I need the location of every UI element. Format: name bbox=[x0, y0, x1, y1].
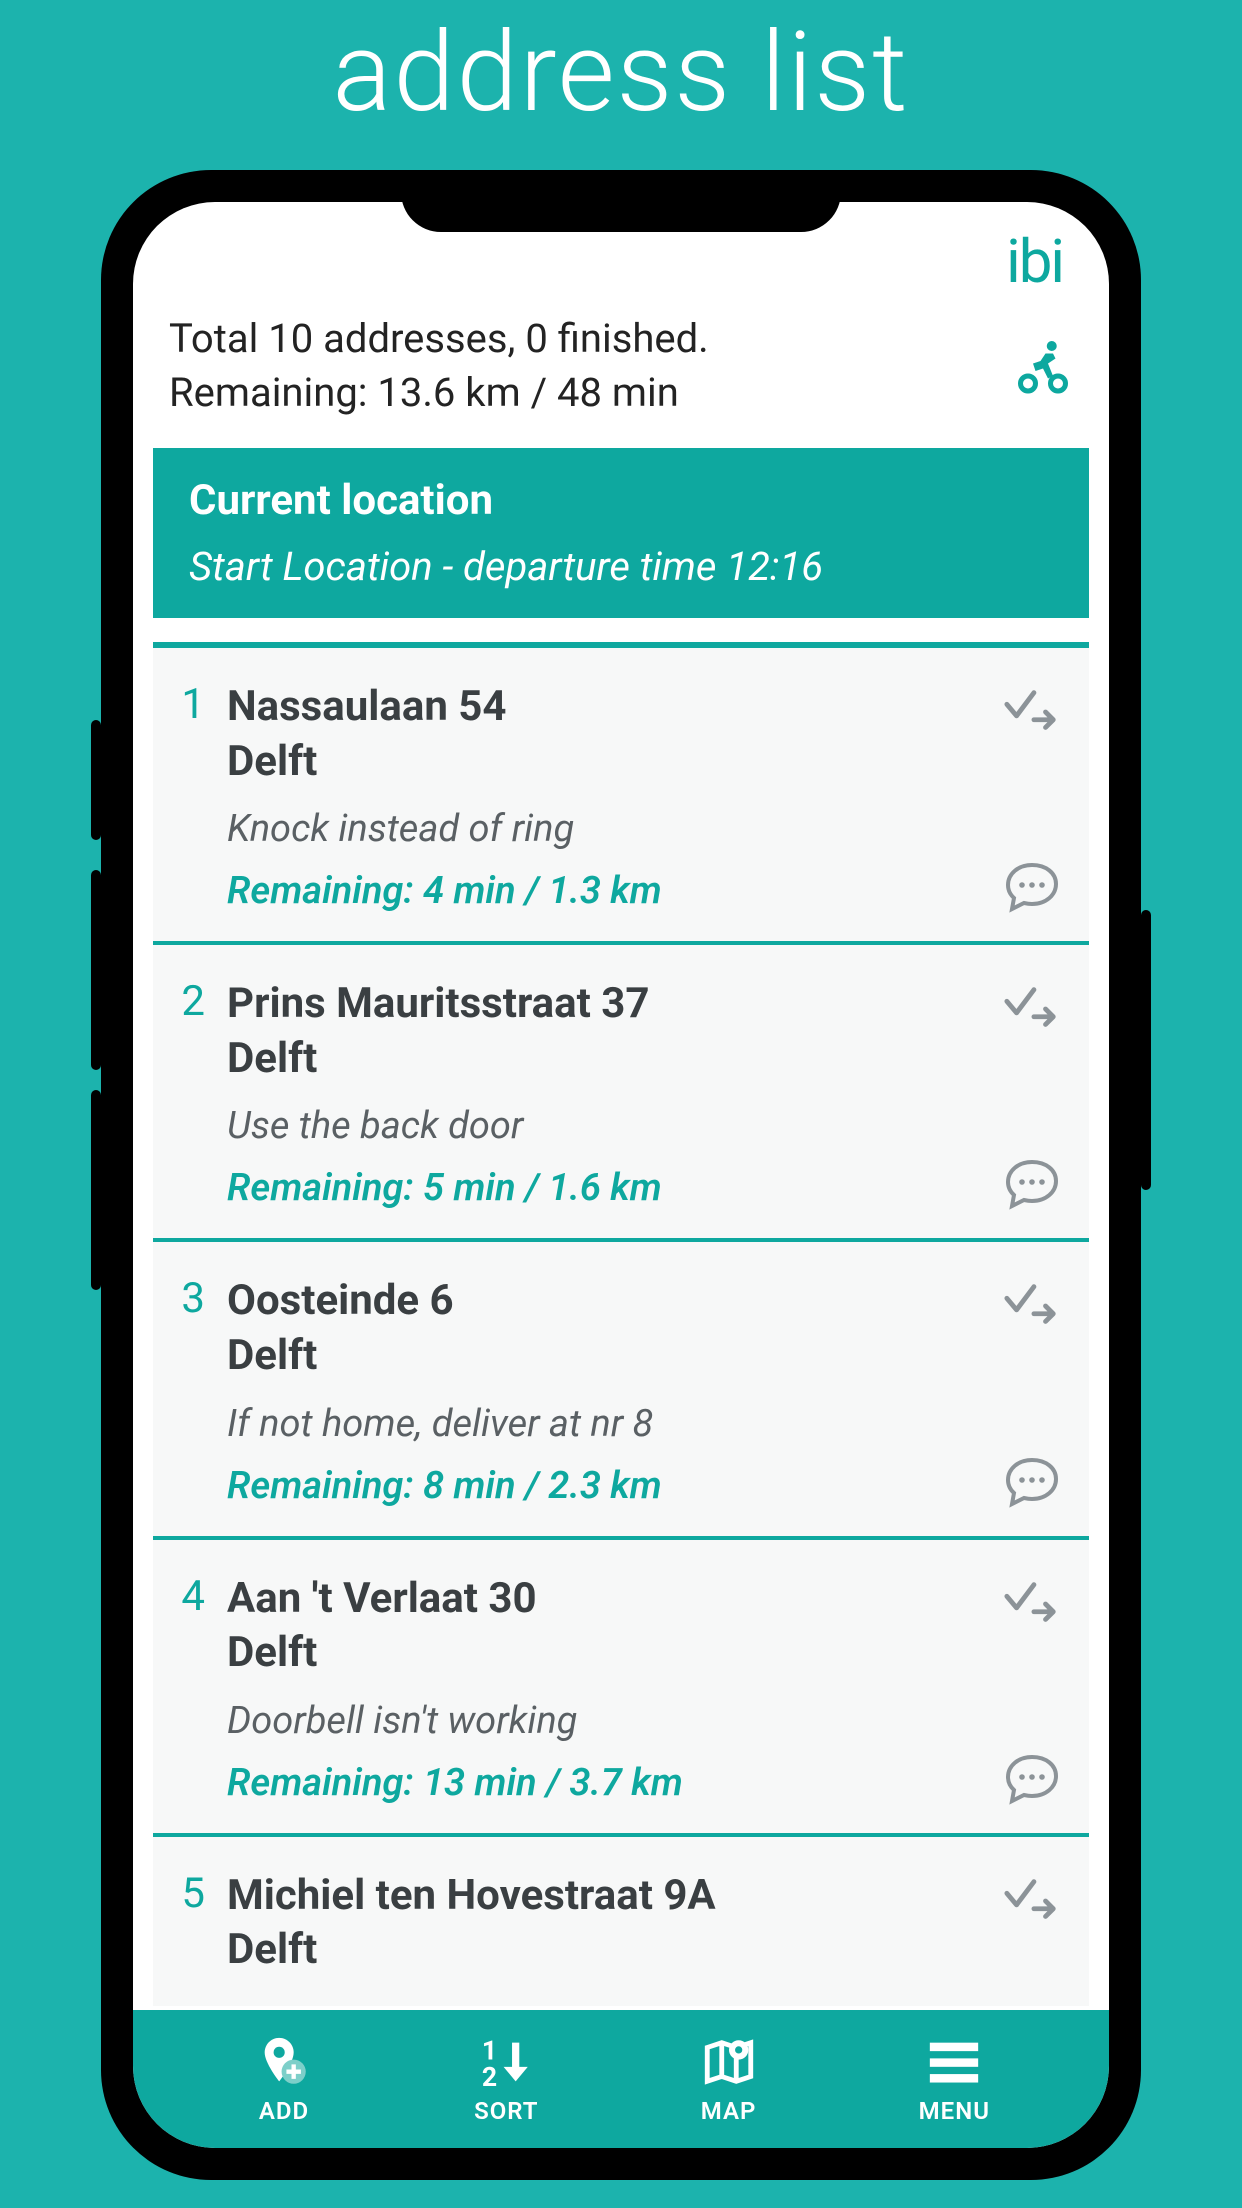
chat-icon[interactable] bbox=[1003, 1753, 1061, 1805]
chat-icon[interactable] bbox=[1003, 1158, 1061, 1210]
address-street: Aan 't Verlaat 30 bbox=[227, 1572, 981, 1627]
address-remaining: Remaining: 8 min / 2.3 km bbox=[227, 1464, 981, 1508]
nav-menu[interactable]: MENU bbox=[919, 2033, 990, 2125]
map-icon bbox=[697, 2033, 761, 2091]
address-street: Prins Mauritsstraat 37 bbox=[227, 977, 981, 1032]
add-pin-icon bbox=[252, 2033, 316, 2091]
address-remaining: Remaining: 5 min / 1.6 km bbox=[227, 1166, 981, 1210]
current-location-card[interactable]: Current location Start Location - depart… bbox=[153, 448, 1089, 618]
address-note: If not home, deliver at nr 8 bbox=[227, 1402, 981, 1446]
address-number: 4 bbox=[177, 1572, 205, 1805]
address-remaining: Remaining: 13 min / 3.7 km bbox=[227, 1761, 981, 1805]
nav-sort-label: SORT bbox=[474, 2097, 538, 2125]
address-item[interactable]: 4 Aan 't Verlaat 30 Delft Doorbell isn't… bbox=[153, 1536, 1089, 1833]
address-actions bbox=[1003, 1869, 1061, 1978]
chat-icon[interactable] bbox=[1003, 861, 1061, 913]
address-street: Oosteinde 6 bbox=[227, 1274, 981, 1329]
address-actions bbox=[1003, 1572, 1061, 1805]
address-city: Delft bbox=[227, 735, 981, 790]
address-actions bbox=[1003, 680, 1061, 913]
nav-map-label: MAP bbox=[701, 2097, 757, 2125]
svg-text:2: 2 bbox=[482, 2062, 497, 2091]
address-note: Knock instead of ring bbox=[227, 807, 981, 851]
cyclist-icon[interactable] bbox=[1013, 336, 1073, 396]
address-city: Delft bbox=[227, 1329, 981, 1384]
address-number: 5 bbox=[177, 1869, 205, 1978]
address-number: 1 bbox=[177, 680, 205, 913]
check-arrow-icon[interactable] bbox=[1003, 1580, 1061, 1628]
nav-sort[interactable]: 1 2 SORT bbox=[474, 2033, 538, 2125]
app-screen: ibi Total 10 addresses, 0 finished. Rema… bbox=[133, 202, 1109, 2148]
address-city: Delft bbox=[227, 1626, 981, 1681]
bottom-nav: ADD 1 2 SORT MAP bbox=[133, 2010, 1109, 2148]
address-list: 1 Nassaulaan 54 Delft Knock instead of r… bbox=[133, 618, 1109, 2010]
summary-row: Total 10 addresses, 0 finished. Remainin… bbox=[133, 312, 1109, 448]
address-actions bbox=[1003, 1274, 1061, 1507]
address-remaining: Remaining: 4 min / 1.3 km bbox=[227, 869, 981, 913]
address-item[interactable]: 5 Michiel ten Hovestraat 9A Delft bbox=[153, 1833, 1089, 2006]
address-street: Michiel ten Hovestraat 9A bbox=[227, 1869, 981, 1924]
check-arrow-icon[interactable] bbox=[1003, 688, 1061, 736]
phone-notch bbox=[401, 170, 841, 232]
address-note: Use the back door bbox=[227, 1104, 981, 1148]
current-location-title: Current location bbox=[189, 476, 1053, 525]
chat-icon[interactable] bbox=[1003, 1456, 1061, 1508]
address-actions bbox=[1003, 977, 1061, 1210]
summary-line2: Remaining: 13.6 km / 48 min bbox=[169, 366, 709, 420]
nav-menu-label: MENU bbox=[919, 2097, 990, 2125]
nav-map[interactable]: MAP bbox=[697, 2033, 761, 2125]
address-city: Delft bbox=[227, 1923, 981, 1978]
app-logo: ibi bbox=[1006, 226, 1063, 297]
summary-text: Total 10 addresses, 0 finished. Remainin… bbox=[169, 312, 709, 420]
current-location-subtitle: Start Location - departure time 12:16 bbox=[189, 543, 1053, 590]
nav-add[interactable]: ADD bbox=[252, 2033, 316, 2125]
address-note: Doorbell isn't working bbox=[227, 1699, 981, 1743]
address-item[interactable]: 3 Oosteinde 6 Delft If not home, deliver… bbox=[153, 1238, 1089, 1535]
phone-frame: ibi Total 10 addresses, 0 finished. Rema… bbox=[101, 170, 1141, 2180]
check-arrow-icon[interactable] bbox=[1003, 1282, 1061, 1330]
address-city: Delft bbox=[227, 1032, 981, 1087]
address-number: 3 bbox=[177, 1274, 205, 1507]
address-number: 2 bbox=[177, 977, 205, 1210]
nav-add-label: ADD bbox=[259, 2097, 309, 2125]
address-item[interactable]: 1 Nassaulaan 54 Delft Knock instead of r… bbox=[153, 648, 1089, 941]
check-arrow-icon[interactable] bbox=[1003, 1877, 1061, 1925]
check-arrow-icon[interactable] bbox=[1003, 985, 1061, 1033]
summary-line1: Total 10 addresses, 0 finished. bbox=[169, 312, 709, 366]
address-street: Nassaulaan 54 bbox=[227, 680, 981, 735]
address-item[interactable]: 2 Prins Mauritsstraat 37 Delft Use the b… bbox=[153, 941, 1089, 1238]
menu-icon bbox=[922, 2033, 986, 2091]
sort-icon: 1 2 bbox=[474, 2033, 538, 2091]
page-title: address list bbox=[0, 0, 1242, 137]
